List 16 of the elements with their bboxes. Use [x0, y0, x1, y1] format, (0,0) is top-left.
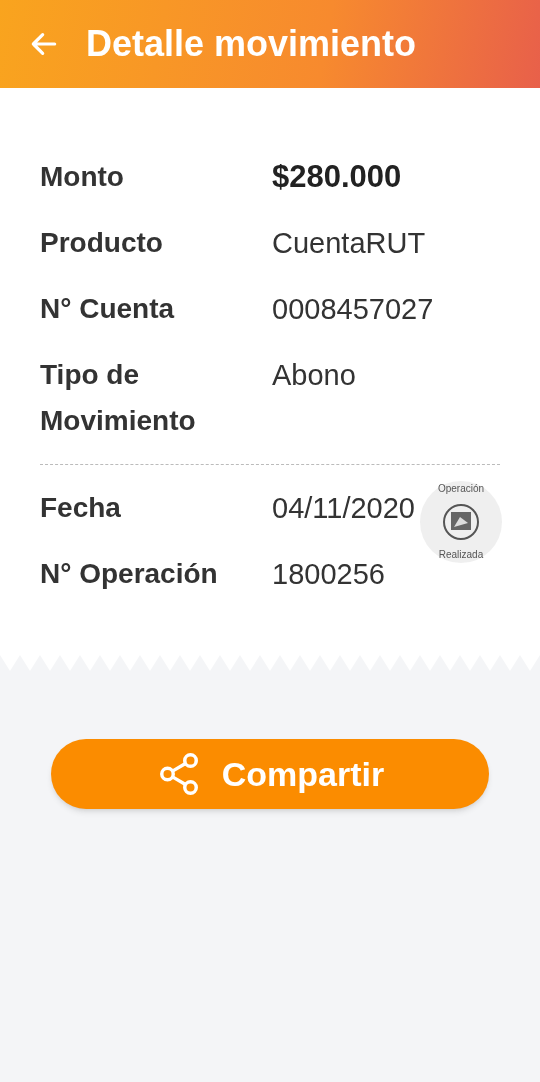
detail-value: Abono: [272, 358, 356, 393]
detail-label: Monto: [40, 160, 125, 194]
detail-value: CuentaRUT: [272, 226, 426, 261]
detail-label: N° Cuenta: [40, 292, 176, 326]
page-title: Detalle movimiento: [86, 22, 417, 66]
detail-value: 0008457027: [272, 292, 434, 327]
stamp-text: Operación: [437, 483, 485, 495]
detail-value: 04/11/2020: [272, 491, 415, 526]
share-button[interactable]: Compartir: [51, 739, 489, 809]
detail-label: N° Operación: [40, 557, 219, 591]
detail-label: Producto: [40, 226, 164, 260]
detail-value: 1800256: [272, 557, 385, 592]
detail-label: Tipo de Movimiento: [40, 358, 197, 438]
detail-value: $280.000: [272, 158, 402, 196]
stamp-text: Realizada: [438, 549, 484, 561]
detail-label: Fecha: [40, 491, 122, 525]
